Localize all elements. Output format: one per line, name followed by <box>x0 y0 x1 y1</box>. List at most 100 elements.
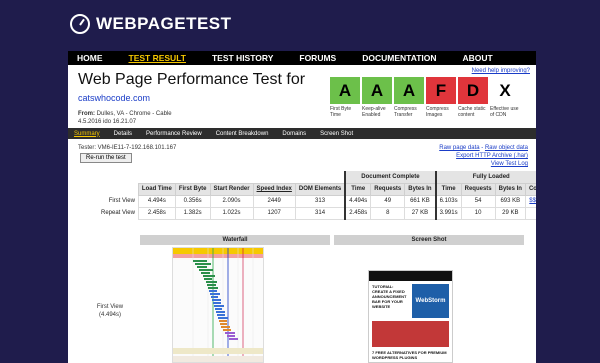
raw-object-data-link[interactable]: Raw object data <box>485 145 528 151</box>
tester-info: Tester: VM6-IE11-7-192.168.101.167 <box>78 145 177 151</box>
grade-box: A <box>330 77 360 104</box>
table-cell: 6.103s <box>434 194 462 208</box>
screenshot-ad: WebStorm <box>412 284 449 318</box>
table-cell: 4.494s <box>137 194 176 208</box>
grade-box: F <box>426 77 456 104</box>
first-view-label: First View (4.494s) <box>96 304 124 318</box>
table-cell: 2449 <box>252 194 296 208</box>
result-tabs: Summary Details Performance Review Conte… <box>68 128 536 139</box>
test-location: From: Dulles, VA - Chrome - Cable <box>78 111 172 117</box>
table-cell: 54 <box>460 194 496 208</box>
tab-domains[interactable]: Domains <box>282 131 306 137</box>
table-cell <box>524 206 536 220</box>
tab-screen-shot[interactable]: Screen Shot <box>320 131 353 137</box>
grade-cache-static[interactable]: D Cache static content <box>458 77 488 118</box>
page-screenshot-thumbnail[interactable]: TUTORIAL: CREATE A FIXED ANNOUNCEMENT BA… <box>368 270 453 363</box>
table-cell: 661 KB <box>404 194 437 208</box>
column-header: Time <box>344 182 372 196</box>
table-cell: 3.991s <box>434 206 462 220</box>
grade-label: Effective use of CDN <box>490 106 519 118</box>
tab-summary[interactable]: Summary <box>74 131 100 137</box>
table-cell: 27 KB <box>404 206 437 220</box>
row-label: Repeat View <box>101 210 135 216</box>
column-header: DOM Elements <box>294 182 346 196</box>
results-table: Document Complete Fully Loaded Load Time… <box>98 171 536 220</box>
document-complete-header: Document Complete <box>344 171 436 183</box>
test-date: 4.5.2016 ido 16.21.07 <box>78 119 137 125</box>
tab-content-breakdown[interactable]: Content Breakdown <box>216 131 269 137</box>
grade-label: Compress Transfer <box>394 106 417 118</box>
cost-link[interactable]: $$--- <box>524 194 536 208</box>
nav-test-result[interactable]: TEST RESULT <box>129 53 186 63</box>
logo-text: WEBPAGETEST <box>96 14 232 33</box>
waterfall-chart <box>173 248 263 362</box>
fully-loaded-header: Fully Loaded <box>434 171 536 183</box>
tested-site-link[interactable]: catswhocode.com <box>78 93 150 103</box>
speedometer-icon <box>70 14 90 34</box>
nav-forums[interactable]: FORUMS <box>299 53 336 63</box>
grade-cdn[interactable]: X Effective use of CDN <box>490 77 520 118</box>
grade-box: X <box>490 77 520 104</box>
tab-performance-review[interactable]: Performance Review <box>146 131 202 137</box>
page-title: Web Page Performance Test for <box>78 71 306 88</box>
column-header: Cost <box>524 182 536 196</box>
raw-page-data-link[interactable]: Raw page data <box>439 145 479 151</box>
row-label: First View <box>108 198 135 204</box>
screenshot-header: Screen Shot <box>334 235 524 245</box>
main-nav: HOME TEST RESULT TEST HISTORY FORUMS DOC… <box>68 51 536 65</box>
table-cell: 314 <box>294 206 346 220</box>
view-test-log-link[interactable]: View Test Log <box>491 161 528 167</box>
table-cell: 1.022s <box>209 206 254 220</box>
table-cell: 1.382s <box>174 206 211 220</box>
table-cell: 0.356s <box>174 194 211 208</box>
screenshot-footer-text: 7 FREE ALTERNATIVES FOR PREMIUM WORDPRES… <box>372 350 447 360</box>
table-cell: 8 <box>370 206 406 220</box>
table-cell: 49 <box>370 194 406 208</box>
column-header: Load Time <box>137 182 176 196</box>
grade-compress-images[interactable]: F Compress Images <box>426 77 456 118</box>
column-header: Time <box>434 182 462 196</box>
column-header: Requests <box>370 182 406 196</box>
nav-about[interactable]: ABOUT <box>463 53 493 63</box>
grade-label: First Byte Time <box>330 106 352 118</box>
table-cell: 2.090s <box>209 194 254 208</box>
webpagetest-logo[interactable]: WEBPAGETEST <box>70 14 232 34</box>
tab-details[interactable]: Details <box>114 131 132 137</box>
grade-box: A <box>362 77 392 104</box>
results-panel: Web Page Performance Test for catswhocod… <box>68 65 536 363</box>
grade-box: A <box>394 77 424 104</box>
raw-data-links: Raw page data - Raw object data Export H… <box>439 144 528 168</box>
grade-label: Compress Images <box>426 106 449 118</box>
screenshot-body: TUTORIAL: CREATE A FIXED ANNOUNCEMENT BA… <box>369 281 452 318</box>
grade-first-byte[interactable]: A First Byte Time <box>330 77 360 118</box>
table-row: Repeat View 2.458s 1.382s 1.022s 1207 31… <box>98 206 536 220</box>
grade-box: D <box>458 77 488 104</box>
screenshot-image <box>372 321 449 347</box>
grade-label: Keep-alive Enabled <box>362 106 386 118</box>
column-header: Bytes In <box>494 182 526 196</box>
screenshot-nav <box>369 271 452 281</box>
column-header: First Byte <box>174 182 211 196</box>
speed-index-header-link[interactable]: Speed Index <box>252 182 296 196</box>
waterfall-thumbnail[interactable] <box>172 247 264 363</box>
grade-summary: A First Byte Time A Keep-alive Enabled A… <box>330 77 520 118</box>
nav-home[interactable]: HOME <box>77 53 103 63</box>
column-header: Bytes In <box>404 182 437 196</box>
help-improving-link[interactable]: Need help improving? <box>472 68 530 74</box>
rerun-test-button[interactable]: Re-run the test <box>80 153 132 163</box>
table-row: First View 4.494s 0.356s 2.090s 2449 313… <box>98 194 536 208</box>
waterfall-header: Waterfall <box>140 235 330 245</box>
export-har-link[interactable]: Export HTTP Archive (.har) <box>456 153 528 159</box>
table-cell: 2.458s <box>137 206 176 220</box>
column-header: Requests <box>460 182 496 196</box>
table-cell: 10 <box>460 206 496 220</box>
table-cell: 2.458s <box>344 206 372 220</box>
grade-compress-transfer[interactable]: A Compress Transfer <box>394 77 424 118</box>
table-cell: 29 KB <box>494 206 526 220</box>
row-label-header <box>98 183 138 195</box>
grade-keep-alive[interactable]: A Keep-alive Enabled <box>362 77 392 118</box>
nav-test-history[interactable]: TEST HISTORY <box>212 53 273 63</box>
table-cell: 313 <box>294 194 346 208</box>
table-cell: 693 KB <box>494 194 526 208</box>
nav-documentation[interactable]: DOCUMENTATION <box>362 53 436 63</box>
